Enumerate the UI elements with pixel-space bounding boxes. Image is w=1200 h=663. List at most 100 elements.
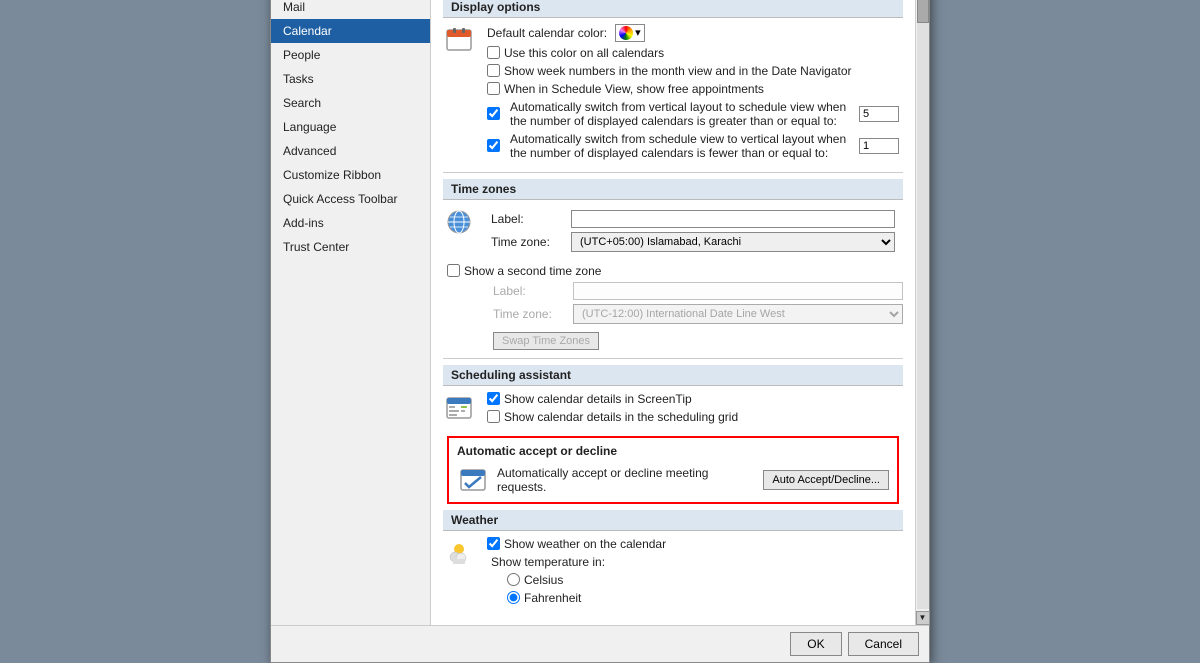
screentip-label: Show calendar details in ScreenTip — [504, 392, 692, 406]
tz-zone-row: Time zone: (UTC+05:00) Islamabad, Karach… — [491, 232, 895, 252]
auto-switch-checkbox[interactable] — [487, 107, 500, 120]
grid-row: Show calendar details in the scheduling … — [483, 410, 903, 424]
auto-switch-back-checkbox[interactable] — [487, 139, 500, 152]
show-temp-label: Show temperature in: — [491, 555, 605, 569]
color-icon-row: Default calendar color: ▾ Use this color… — [443, 24, 903, 164]
weather-icon-row: Show weather on the calendar Show temper… — [443, 537, 903, 609]
auto-switch-spinner — [859, 106, 899, 122]
second-tz-checkbox[interactable] — [447, 264, 460, 277]
celsius-row: Celsius — [503, 573, 903, 587]
display-options-header: Display options — [443, 0, 903, 18]
screentip-checkbox[interactable] — [487, 392, 500, 405]
sidebar-item-add-ins[interactable]: Add-ins — [271, 211, 430, 235]
sidebar-item-people[interactable]: People — [271, 43, 430, 67]
show-temp-row: Show temperature in: — [483, 555, 903, 569]
scroll-thumb[interactable] — [917, 0, 929, 609]
display-options-controls: Default calendar color: ▾ Use this color… — [483, 24, 903, 164]
auto-switch-label: Automatically switch from vertical layou… — [510, 100, 853, 128]
cancel-button[interactable]: Cancel — [848, 632, 919, 656]
separator-1 — [443, 172, 903, 173]
tz-zone-text: Time zone: — [491, 235, 571, 249]
show-weather-row: Show weather on the calendar — [483, 537, 903, 551]
auto-accept-row: Automatically accept or decline meeting … — [457, 464, 889, 496]
celsius-radio[interactable] — [507, 573, 520, 586]
auto-switch-back-row: Automatically switch from schedule view … — [483, 132, 903, 160]
outlook-options-dialog: Outlook Options ? ✕ General Mail Calenda… — [270, 0, 930, 663]
auto-switch-value[interactable] — [859, 106, 899, 122]
screentip-row: Show calendar details in ScreenTip — [483, 392, 903, 406]
scrollbar[interactable]: ▲ ▼ — [915, 0, 929, 625]
weather-icon — [443, 537, 475, 569]
auto-accept-decline-button[interactable]: Auto Accept/Decline... — [763, 470, 889, 490]
second-zone-select[interactable]: (UTC-12:00) International Date Line West — [573, 304, 903, 324]
dropdown-arrow-icon: ▾ — [635, 26, 641, 39]
free-appt-row: When in Schedule View, show free appoint… — [483, 82, 903, 96]
tz-label-input[interactable] — [571, 210, 895, 228]
sidebar-item-quick-access[interactable]: Quick Access Toolbar — [271, 187, 430, 211]
time-zones-section: Time zones — [443, 179, 903, 350]
second-zone-row: Time zone: (UTC-12:00) International Dat… — [493, 304, 903, 324]
fahrenheit-row: Fahrenheit — [503, 591, 903, 605]
sidebar-item-trust-center[interactable]: Trust Center — [271, 235, 430, 259]
grid-checkbox[interactable] — [487, 410, 500, 423]
sidebar-item-customize-ribbon[interactable]: Customize Ribbon — [271, 163, 430, 187]
use-color-row: Use this color on all calendars — [483, 46, 903, 60]
tz-icon-row: Label: Time zone: (UTC+05:00) Islamabad,… — [443, 206, 903, 260]
calendar-color-icon — [443, 24, 475, 56]
tz-label-row: Label: — [491, 210, 895, 228]
default-color-row: Default calendar color: ▾ — [483, 24, 903, 42]
scheduling-section: Scheduling assistant — [443, 365, 903, 428]
scroll-thumb-handle[interactable] — [917, 0, 929, 23]
week-numbers-label: Show week numbers in the month view and … — [504, 64, 852, 78]
globe-icon — [443, 206, 475, 238]
week-numbers-checkbox[interactable] — [487, 64, 500, 77]
weather-options: Show weather on the calendar Show temper… — [483, 537, 903, 609]
tz-controls: Label: Time zone: (UTC+05:00) Islamabad,… — [483, 206, 903, 260]
fahrenheit-radio[interactable] — [507, 591, 520, 604]
second-tz-disabled: Label: Time zone: (UTC-12:00) Internatio… — [443, 282, 903, 350]
second-label-row: Label: — [493, 282, 903, 300]
swap-time-zones-button[interactable]: Swap Time Zones — [493, 332, 599, 350]
second-label-text: Label: — [493, 284, 573, 298]
dialog-footer: OK Cancel — [271, 625, 929, 662]
auto-accept-section: Automatic accept or decline Automaticall… — [447, 436, 899, 504]
dialog-body: General Mail Calendar People Tasks Searc… — [271, 0, 929, 625]
grid-label: Show calendar details in the scheduling … — [504, 410, 738, 424]
auto-switch-back-value[interactable] — [859, 138, 899, 154]
use-color-checkbox[interactable] — [487, 46, 500, 59]
sidebar-item-tasks[interactable]: Tasks — [271, 67, 430, 91]
time-zones-header: Time zones — [443, 179, 903, 200]
display-options-section: Display options — [443, 0, 903, 164]
scroll-down-button[interactable]: ▼ — [916, 611, 930, 625]
show-weather-checkbox[interactable] — [487, 537, 500, 550]
sidebar-item-language[interactable]: Language — [271, 115, 430, 139]
auto-switch-back-label: Automatically switch from schedule view … — [510, 132, 853, 160]
scheduling-options: Show calendar details in ScreenTip Show … — [483, 392, 903, 428]
second-label-input[interactable] — [573, 282, 903, 300]
sidebar-item-mail[interactable]: Mail — [271, 0, 430, 19]
sidebar-item-advanced[interactable]: Advanced — [271, 139, 430, 163]
content-area: Show bell icon on the calendar for appoi… — [431, 0, 915, 625]
content-inner: Show bell icon on the calendar for appoi… — [431, 0, 915, 625]
second-tz-label: Show a second time zone — [464, 264, 601, 278]
sidebar-item-calendar[interactable]: Calendar — [271, 19, 430, 43]
second-zone-text: Time zone: — [493, 307, 573, 321]
color-circle-icon — [619, 26, 633, 40]
auto-accept-description: Automatically accept or decline meeting … — [497, 466, 755, 494]
free-appt-checkbox[interactable] — [487, 82, 500, 95]
scheduling-header: Scheduling assistant — [443, 365, 903, 386]
show-weather-label: Show weather on the calendar — [504, 537, 666, 551]
ok-button[interactable]: OK — [790, 632, 841, 656]
sidebar-item-search[interactable]: Search — [271, 91, 430, 115]
tz-label-text: Label: — [491, 212, 571, 226]
scheduling-icon — [443, 392, 475, 424]
tz-zone-select[interactable]: (UTC+05:00) Islamabad, Karachi — [571, 232, 895, 252]
separator-2 — [443, 358, 903, 359]
use-color-label: Use this color on all calendars — [504, 46, 664, 60]
color-picker-button[interactable]: ▾ — [615, 24, 645, 42]
sidebar: General Mail Calendar People Tasks Searc… — [271, 0, 431, 625]
scheduling-icon-row: Show calendar details in ScreenTip Show … — [443, 392, 903, 428]
second-tz-row: Show a second time zone — [443, 264, 903, 278]
auto-accept-header: Automatic accept or decline — [457, 444, 889, 458]
auto-switch-back-spinner — [859, 138, 899, 154]
